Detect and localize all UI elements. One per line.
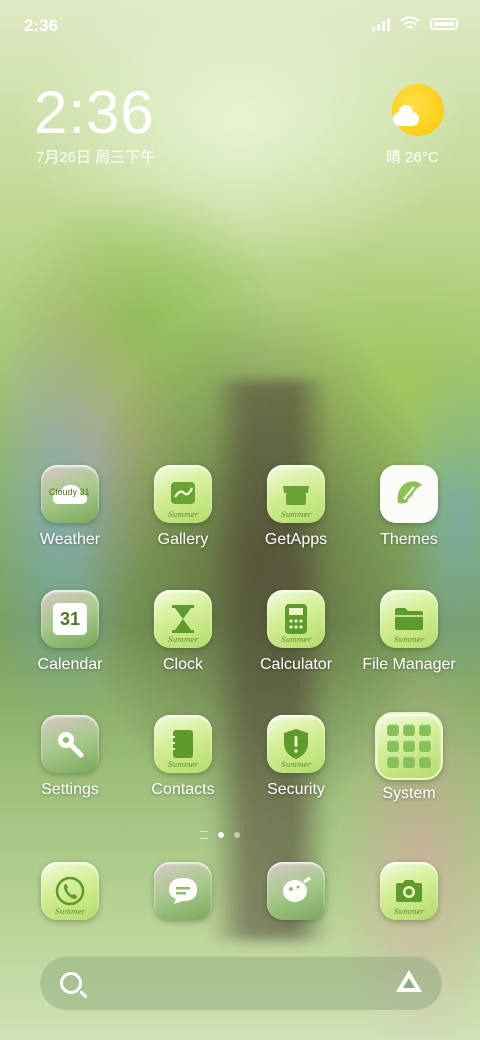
theme-tag: Summer (280, 761, 312, 769)
theme-tag: Summer (280, 636, 312, 644)
app-clock[interactable]: Summer Clock (128, 590, 238, 674)
app-file-manager[interactable]: Summer File Manager (354, 590, 464, 674)
store-icon: Summer (267, 465, 325, 523)
app-weather[interactable]: Cloudy 31 Weather (15, 465, 125, 549)
app-themes[interactable]: Themes (354, 465, 464, 549)
theme-tag: Summer (167, 636, 199, 644)
weather-widget-text[interactable]: 晴 26°C (386, 146, 439, 167)
app-label: GetApps (264, 531, 328, 548)
wifi-icon (400, 16, 420, 29)
app-label: Calendar (37, 656, 103, 673)
theme-tag: Summer (280, 511, 312, 519)
dock-phone[interactable]: Summer (15, 862, 125, 920)
browser-icon (267, 862, 325, 920)
app-label: Contacts (151, 781, 215, 798)
theme-tag: Summer (393, 636, 425, 644)
clock-widget-date: 7月26日 周三下午 (36, 149, 156, 166)
wrench-icon (41, 715, 99, 773)
app-calendar[interactable]: 31 Calendar (15, 590, 125, 674)
app-label: Calculator (259, 656, 333, 673)
app-label: Weather (39, 531, 101, 548)
app-calculator[interactable]: Summer Calculator (241, 590, 351, 674)
weather-icon: Cloudy 31 (41, 465, 99, 523)
app-label: Settings (41, 781, 99, 798)
app-label: System (382, 785, 436, 802)
app-label: File Manager (362, 656, 456, 673)
weather-badge: Cloudy 31 (49, 487, 90, 497)
dock-camera[interactable]: Summer (354, 862, 464, 920)
folder-grid-icon (375, 712, 443, 780)
dock-messages[interactable] (128, 862, 238, 920)
app-contacts[interactable]: Summer Contacts (128, 715, 238, 799)
folder-icon: Summer (380, 590, 438, 648)
status-time: 2:36 (24, 16, 59, 35)
gallery-icon: Summer (154, 465, 212, 523)
folder-system[interactable]: System (354, 712, 464, 803)
battery-icon (430, 17, 458, 30)
theme-tag: Summer (393, 908, 425, 916)
app-label: Gallery (157, 531, 209, 548)
theme-tag: Summer (54, 908, 86, 916)
page-indicator[interactable] (200, 831, 240, 839)
assistant-icon[interactable] (396, 970, 422, 992)
page-dot (234, 832, 240, 838)
app-security[interactable]: Summer Security (241, 715, 351, 799)
page-dot-active (218, 832, 224, 838)
status-icons (372, 16, 458, 31)
phone-icon: Summer (41, 862, 99, 920)
signal-icon (372, 17, 390, 31)
app-label: Clock (162, 656, 203, 673)
app-label: Themes (380, 531, 438, 548)
calendar-icon: 31 (41, 590, 99, 648)
dock-browser[interactable] (241, 862, 351, 920)
camera-icon: Summer (380, 862, 438, 920)
shield-icon: Summer (267, 715, 325, 773)
theme-tag: Summer (167, 511, 199, 519)
status-bar: 2:36 (0, 0, 480, 50)
calculator-icon: Summer (267, 590, 325, 648)
search-bar[interactable] (40, 956, 442, 1010)
theme-tag: Summer (167, 761, 199, 769)
themes-icon (380, 465, 438, 523)
folder-app-previews (387, 724, 431, 768)
contacts-icon: Summer (154, 715, 212, 773)
calendar-day: 31 (53, 603, 87, 635)
page-indicator-list-icon (200, 831, 208, 839)
app-label: Security (267, 781, 325, 798)
app-getapps[interactable]: Summer GetApps (241, 465, 351, 549)
clock-widget-time[interactable]: 2:36 (34, 78, 155, 147)
hourglass-icon: Summer (154, 590, 212, 648)
message-icon (154, 862, 212, 920)
app-gallery[interactable]: Summer Gallery (128, 465, 238, 549)
cloud-icon (393, 105, 419, 126)
app-settings[interactable]: Settings (15, 715, 125, 799)
search-icon[interactable] (60, 972, 82, 994)
